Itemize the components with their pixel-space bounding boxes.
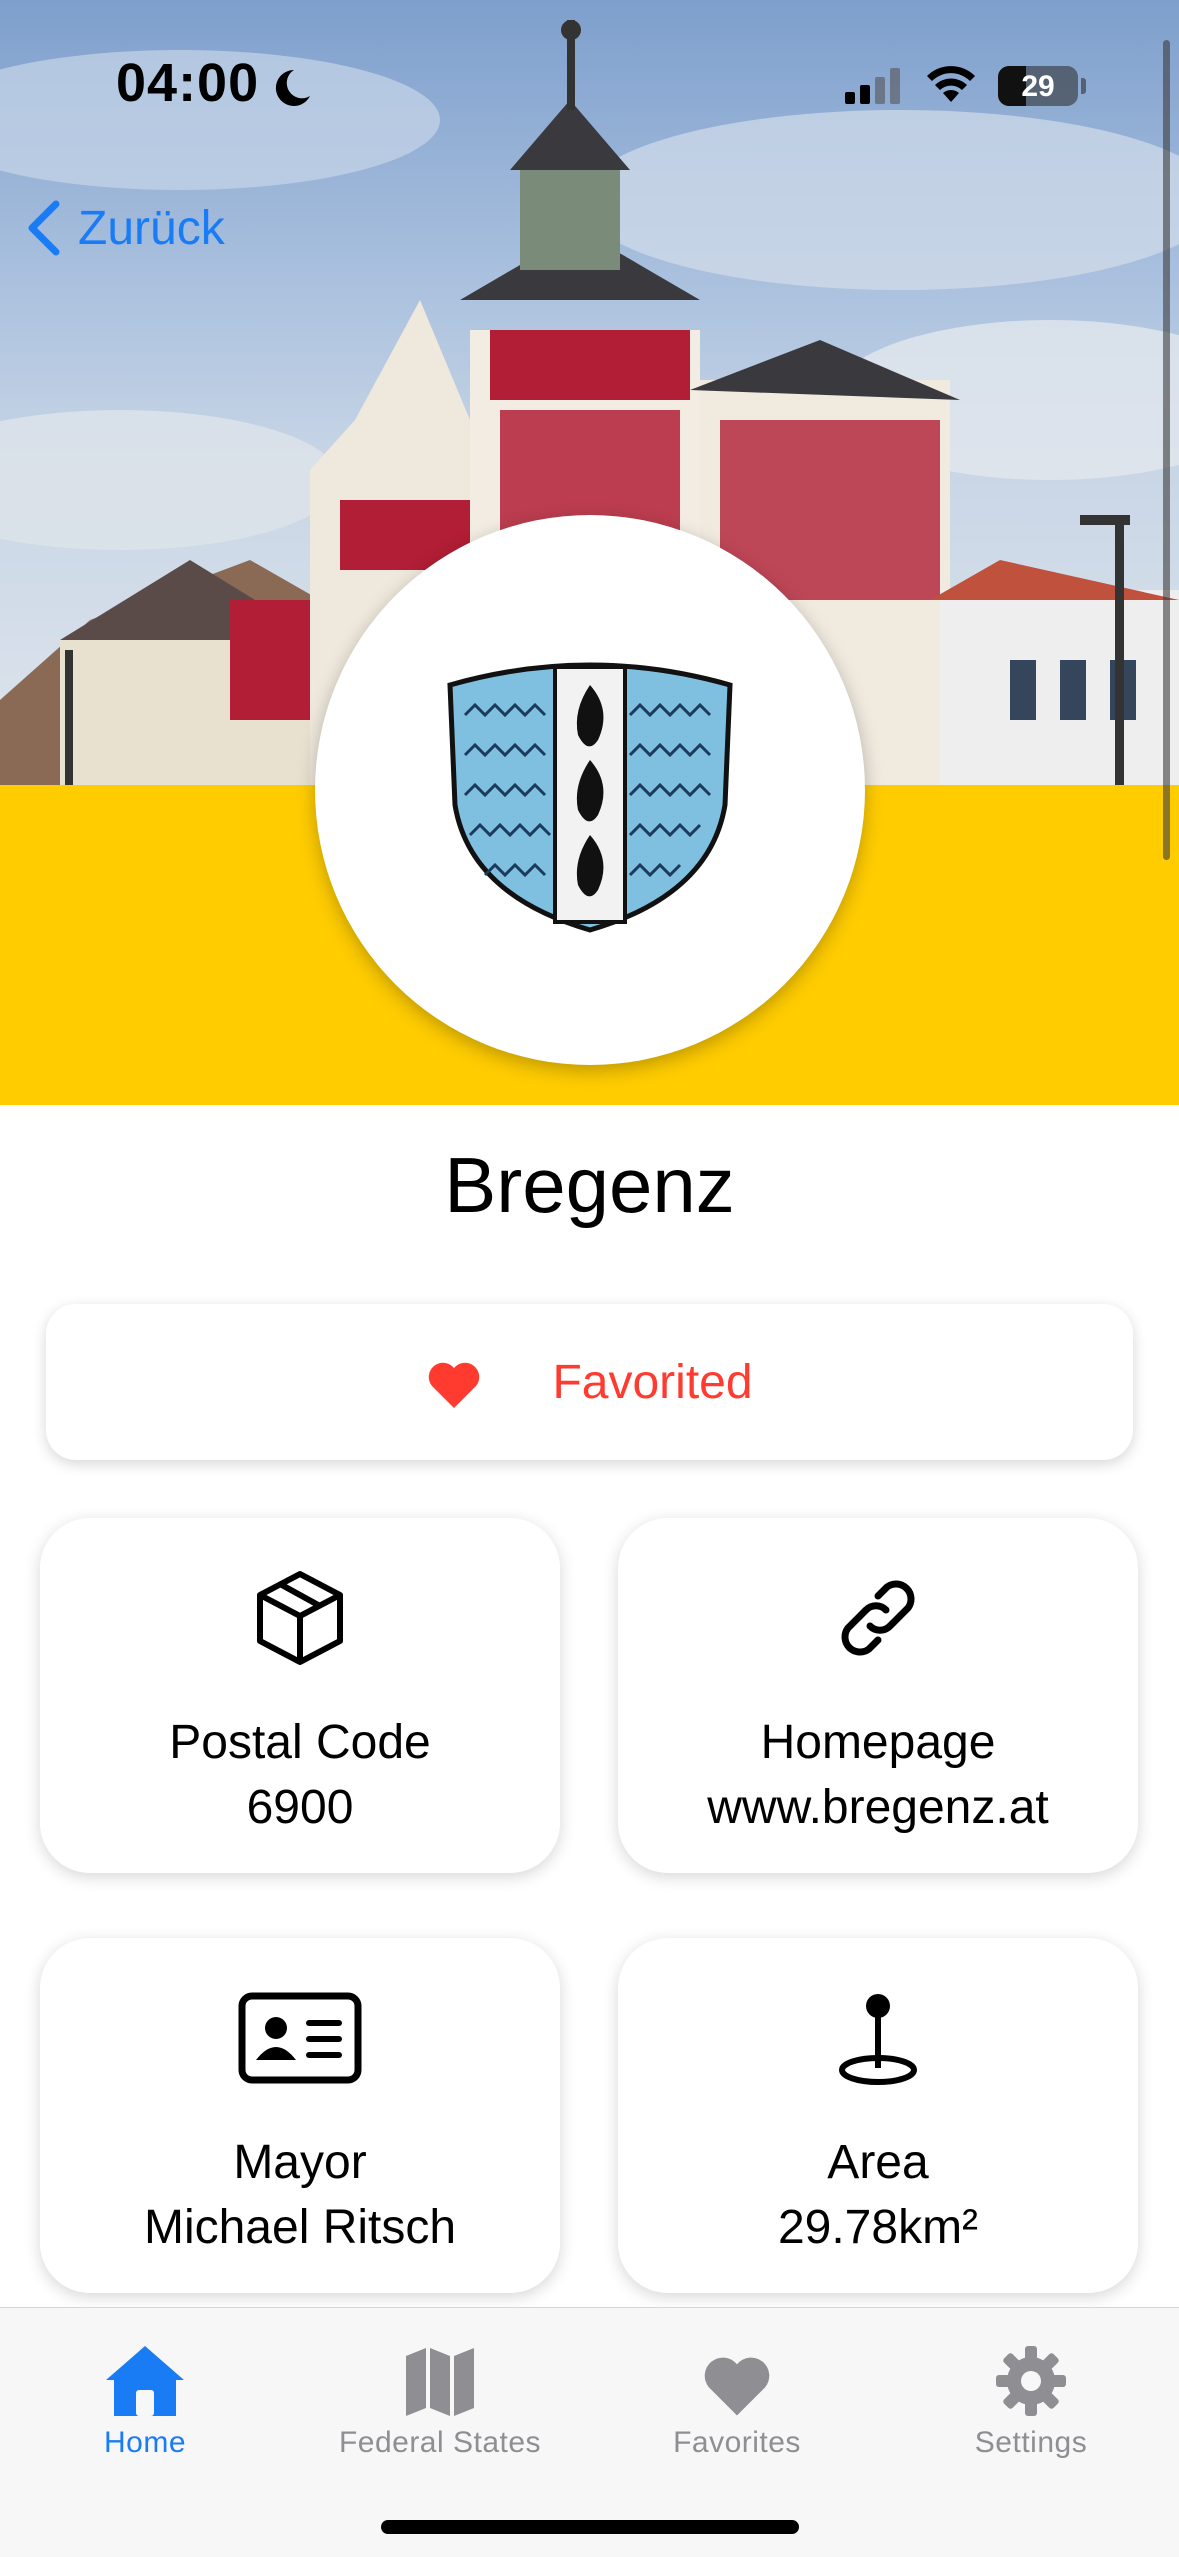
postal-code-card: Postal Code 6900: [40, 1518, 560, 1873]
favorite-button[interactable]: Favorited: [46, 1304, 1133, 1460]
link-icon: [841, 1580, 915, 1656]
battery-icon: 29: [998, 66, 1078, 106]
back-label: Zurück: [78, 201, 225, 255]
id-card-icon: [238, 1992, 362, 2084]
area-card: Area 29.78km²: [618, 1938, 1138, 2293]
house-icon: [106, 2346, 184, 2416]
battery-level: 29: [1021, 70, 1055, 103]
homepage-link[interactable]: www.bregenz.at: [618, 1778, 1138, 1838]
mayor-card: Mayor Michael Ritsch: [40, 1938, 560, 2293]
map-pin-icon: [839, 1994, 917, 2085]
chevron-left-icon: [28, 200, 60, 256]
tab-label: Favorites: [673, 2426, 801, 2459]
coat-of-arms: [315, 515, 865, 1065]
card-label: Homepage: [760, 1716, 996, 1769]
home-indicator[interactable]: [381, 2520, 799, 2534]
battery-cap: [1081, 78, 1086, 94]
page-title: Bregenz: [444, 1141, 735, 1229]
tab-label: Home: [103, 2426, 187, 2459]
map-icon: [406, 2348, 474, 2416]
homepage-card[interactable]: Homepage www.bregenz.at: [618, 1518, 1138, 1873]
tab-label: Federal States: [338, 2426, 542, 2459]
tab-favorites[interactable]: Favorites: [597, 2328, 877, 2478]
package-icon: [257, 1571, 343, 1665]
back-button[interactable]: Zurück: [24, 196, 225, 260]
card-label: Area: [827, 2136, 929, 2189]
card-label: Postal Code: [169, 1716, 431, 1769]
heart-icon: [429, 1362, 480, 1408]
tab-federal-states[interactable]: Federal States: [300, 2328, 580, 2478]
card-value: 29.78km²: [777, 2201, 979, 2254]
crest-icon: [447, 662, 733, 933]
moon-icon: [275, 69, 310, 106]
tab-settings[interactable]: Settings: [891, 2328, 1171, 2478]
gear-icon: [996, 2346, 1066, 2416]
card-label: Mayor: [233, 2136, 367, 2189]
status-time: 04:00: [116, 53, 260, 113]
tab-home[interactable]: Home: [5, 2328, 285, 2478]
heart-icon: [704, 2357, 770, 2416]
favorite-label: Favorited: [552, 1355, 753, 1409]
tab-label: Settings: [974, 2426, 1088, 2459]
scroll-indicator[interactable]: [1163, 40, 1170, 860]
wifi-icon: [927, 66, 975, 102]
card-value: 6900: [246, 1781, 354, 1834]
card-value: Michael Ritsch: [143, 2201, 457, 2254]
status-bar: 04:00 29: [0, 0, 1179, 170]
signal-icon: [845, 68, 900, 104]
